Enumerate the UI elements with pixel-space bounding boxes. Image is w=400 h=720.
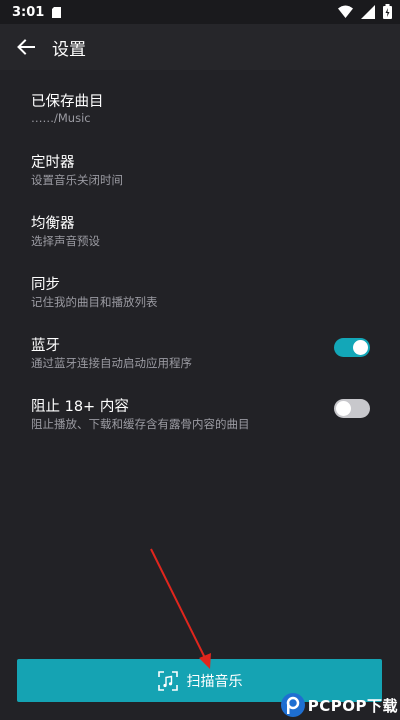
block-explicit-toggle[interactable] bbox=[334, 399, 370, 418]
setting-subtitle: 设置音乐关闭时间 bbox=[31, 173, 123, 187]
scan-music-label: 扫描音乐 bbox=[186, 673, 243, 690]
setting-subtitle: 阻止播放、下载和缓存含有露骨内容的曲目 bbox=[31, 417, 250, 431]
battery-icon bbox=[383, 4, 392, 19]
setting-title: 阻止 18+ 内容 bbox=[31, 399, 129, 415]
settings-list: 已保存曲目 ……/Music 定时器 设置音乐关闭时间 均衡器 选择声音预设 同… bbox=[0, 70, 400, 436]
toggle-knob bbox=[353, 340, 368, 355]
setting-timer[interactable]: 定时器 设置音乐关闭时间 bbox=[0, 131, 400, 192]
signal-icon bbox=[361, 4, 375, 19]
setting-title: 同步 bbox=[31, 277, 60, 293]
setting-sync[interactable]: 同步 记住我的曲目和播放列表 bbox=[0, 253, 400, 314]
sd-card-icon bbox=[52, 6, 62, 18]
wifi-icon bbox=[338, 5, 353, 18]
back-arrow-icon[interactable] bbox=[16, 37, 36, 57]
bluetooth-toggle[interactable] bbox=[334, 338, 370, 357]
setting-title: 蓝牙 bbox=[31, 338, 60, 354]
setting-subtitle: 记住我的曲目和播放列表 bbox=[31, 295, 158, 309]
setting-block-explicit[interactable]: 阻止 18+ 内容 阻止播放、下载和缓存含有露骨内容的曲目 bbox=[0, 375, 400, 436]
page-title: 设置 bbox=[52, 39, 86, 60]
setting-bluetooth[interactable]: 蓝牙 通过蓝牙连接自动启动应用程序 bbox=[0, 314, 400, 375]
setting-equalizer[interactable]: 均衡器 选择声音预设 bbox=[0, 192, 400, 253]
setting-title: 已保存曲目 bbox=[31, 94, 104, 110]
watermark-text: PCPOP下载 bbox=[307, 696, 398, 715]
scan-music-icon bbox=[157, 670, 178, 691]
status-bar: 3:01 bbox=[0, 0, 400, 24]
pcpop-logo-icon bbox=[280, 693, 305, 717]
status-time: 3:01 bbox=[12, 4, 45, 20]
setting-subtitle: 通过蓝牙连接自动启动应用程序 bbox=[31, 356, 192, 370]
setting-saved-tracks[interactable]: 已保存曲目 ……/Music bbox=[0, 70, 400, 131]
setting-title: 定时器 bbox=[31, 155, 75, 171]
status-indicators bbox=[338, 4, 392, 19]
toggle-knob bbox=[336, 401, 351, 416]
setting-title: 均衡器 bbox=[31, 216, 75, 232]
app-bar: 设置 bbox=[0, 24, 400, 70]
setting-subtitle: ……/Music bbox=[31, 111, 91, 125]
setting-subtitle: 选择声音预设 bbox=[31, 234, 100, 248]
watermark: PCPOP下载 bbox=[280, 692, 398, 718]
settings-screen: 3:01 设置 已保存曲目 ……/Music 定时器 设置音乐关闭时间 均衡器 … bbox=[0, 0, 400, 720]
